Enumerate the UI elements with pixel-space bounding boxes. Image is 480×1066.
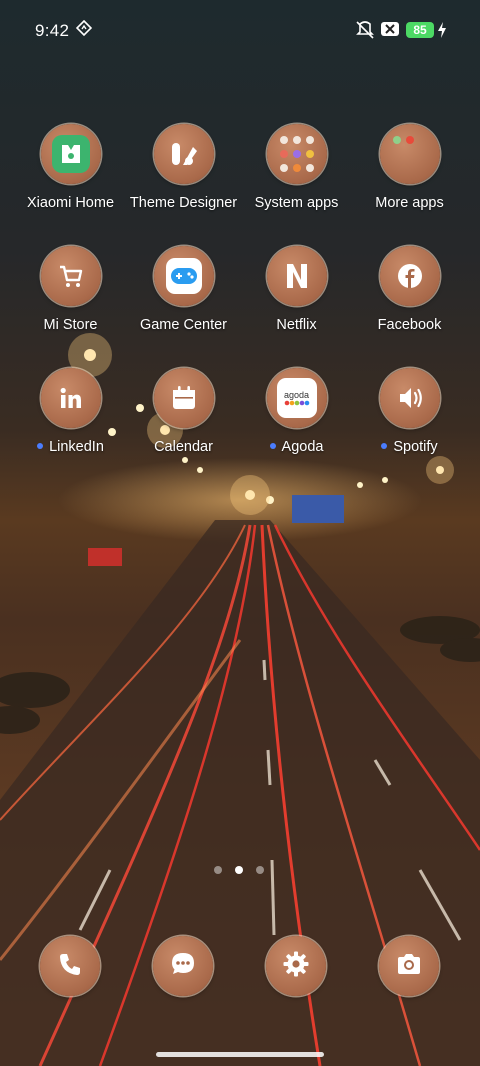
agoda-icon: agoda bbox=[266, 368, 327, 428]
app-mi-store[interactable]: Mi Store bbox=[14, 246, 127, 333]
charging-bolt-icon bbox=[437, 22, 447, 43]
app-linkedin[interactable]: LinkedIn bbox=[14, 368, 127, 455]
messages-dock-button[interactable] bbox=[153, 936, 213, 996]
messages-icon bbox=[169, 950, 197, 983]
app-label: Spotify bbox=[393, 439, 438, 455]
xiaomi-home-icon bbox=[40, 124, 101, 184]
speaker-icon bbox=[379, 368, 440, 428]
app-spotify[interactable]: Spotify bbox=[353, 368, 466, 455]
clock: 9:42 bbox=[35, 21, 70, 40]
battery-indicator: 85 bbox=[406, 22, 434, 38]
app-theme-designer[interactable]: Theme Designer bbox=[127, 124, 240, 211]
phone-dock-button[interactable] bbox=[40, 936, 100, 996]
page-dot bbox=[256, 866, 264, 874]
gamepad-icon bbox=[153, 246, 214, 306]
app-xiaomi-home[interactable]: Xiaomi Home bbox=[14, 124, 127, 211]
app-label: LinkedIn bbox=[49, 439, 104, 455]
new-install-dot bbox=[269, 443, 276, 450]
page-dot bbox=[214, 866, 222, 874]
page-indicator bbox=[214, 866, 266, 876]
linkedin-icon bbox=[40, 368, 101, 428]
app-calendar[interactable]: Calendar bbox=[127, 368, 240, 455]
app-label: Facebook bbox=[377, 317, 442, 333]
app-system-apps-folder[interactable]: System apps bbox=[240, 124, 353, 211]
new-install-dot bbox=[37, 443, 44, 450]
camera-dock-button[interactable] bbox=[379, 936, 439, 996]
more-apps-folder-icon bbox=[379, 124, 440, 184]
x-box-icon bbox=[380, 20, 400, 43]
app-label: Calendar bbox=[154, 439, 213, 455]
phone-icon bbox=[57, 951, 83, 982]
theme-designer-icon bbox=[153, 124, 214, 184]
app-label: Netflix bbox=[276, 317, 317, 333]
app-more-apps-folder[interactable]: More apps bbox=[353, 124, 466, 211]
settings-gear-icon bbox=[282, 950, 310, 983]
app-label: System apps bbox=[254, 195, 339, 211]
facebook-icon bbox=[379, 246, 440, 306]
page-dot-active bbox=[235, 866, 243, 874]
app-label: Mi Store bbox=[43, 317, 98, 333]
app-game-center[interactable]: Game Center bbox=[127, 246, 240, 333]
app-label: Xiaomi Home bbox=[26, 195, 115, 211]
cart-icon bbox=[40, 246, 101, 306]
status-bar: 9:42 85 bbox=[0, 0, 480, 60]
nfc-diamond-icon bbox=[75, 19, 93, 41]
netflix-icon bbox=[266, 246, 327, 306]
settings-dock-button[interactable] bbox=[266, 936, 326, 996]
agoda-logo-text: agoda bbox=[283, 390, 310, 400]
vibrate-off-icon bbox=[354, 20, 376, 45]
app-facebook[interactable]: Facebook bbox=[353, 246, 466, 333]
app-label: Game Center bbox=[139, 317, 228, 333]
app-agoda[interactable]: agoda Agoda bbox=[240, 368, 353, 455]
new-install-dot bbox=[381, 443, 388, 450]
app-label: Theme Designer bbox=[129, 195, 238, 211]
system-apps-folder-icon bbox=[266, 124, 327, 184]
calendar-icon bbox=[153, 368, 214, 428]
gesture-home-bar[interactable] bbox=[156, 1052, 324, 1057]
camera-icon bbox=[395, 950, 423, 983]
app-label: More apps bbox=[375, 195, 444, 211]
app-netflix[interactable]: Netflix bbox=[240, 246, 353, 333]
app-label: Agoda bbox=[281, 439, 324, 455]
